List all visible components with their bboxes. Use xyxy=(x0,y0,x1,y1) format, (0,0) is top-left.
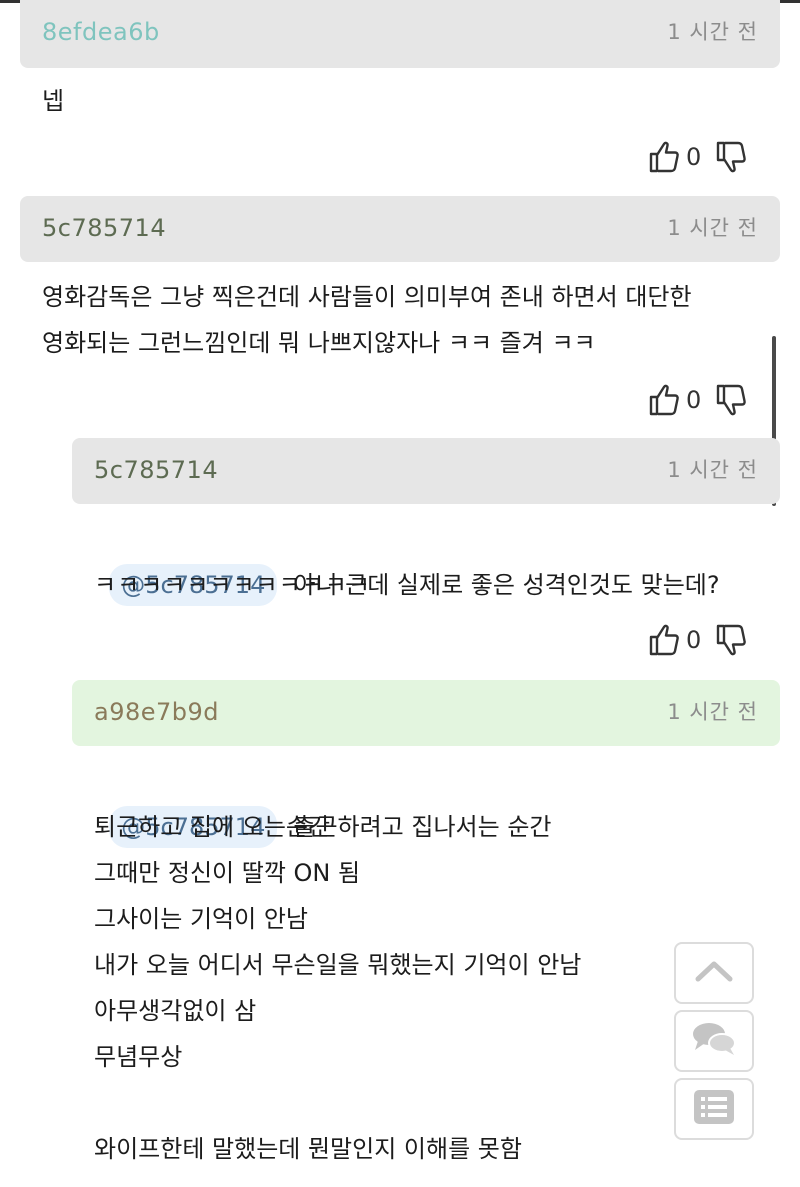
comment-text: 퇴근하고 집에 오는순간 그때만 정신이 딸깍 ON 됨 그사이는 기억이 안남… xyxy=(94,813,582,1163)
comments-button[interactable] xyxy=(674,1010,754,1072)
thumbs-up-icon[interactable] xyxy=(648,140,680,174)
comment-header: 5c785714 1 시간 전 xyxy=(72,438,780,504)
comment-header: a98e7b9d 1 시간 전 xyxy=(72,680,780,746)
vote-bar: 0 xyxy=(648,620,747,660)
comment-text-line: ㅋㅋㅋㅋㅋㅋㅋㅋㅋㅋㅋㅋ xyxy=(94,571,371,599)
scroll-top-button[interactable] xyxy=(674,942,754,1004)
comment-author[interactable]: 8efdea6b xyxy=(42,18,160,46)
like-count: 0 xyxy=(686,143,702,171)
chevron-up-icon xyxy=(694,959,734,987)
vote-bar: 0 xyxy=(648,380,747,420)
comment-time: 1 시간 전 xyxy=(667,216,758,240)
comment-author[interactable]: a98e7b9d xyxy=(94,698,219,726)
chat-icon xyxy=(690,1021,738,1061)
thumbs-down-icon[interactable] xyxy=(715,140,747,174)
thumbs-down-icon[interactable] xyxy=(715,623,747,657)
comment-text: 영화감독은 그냥 찍은건데 사람들이 의미부여 존내 하면서 대단한 영화되는 … xyxy=(42,283,692,357)
comment-author[interactable]: 5c785714 xyxy=(42,214,166,242)
comment-header: 5c785714 1 시간 전 xyxy=(20,196,780,262)
list-button[interactable] xyxy=(674,1078,754,1140)
comment-time: 1 시간 전 xyxy=(667,458,758,482)
comment-header: 8efdea6b 1 시간 전 xyxy=(20,0,780,68)
comment-time: 1 시간 전 xyxy=(667,20,758,44)
thumbs-up-icon[interactable] xyxy=(648,383,680,417)
vote-bar: 0 xyxy=(648,137,747,177)
thumbs-up-icon[interactable] xyxy=(648,623,680,657)
like-count: 0 xyxy=(686,626,702,654)
comment-author[interactable]: 5c785714 xyxy=(94,456,218,484)
comment-time: 1 시간 전 xyxy=(667,700,758,724)
comment-text: 넵 xyxy=(42,87,65,115)
list-icon xyxy=(693,1089,735,1129)
like-count: 0 xyxy=(686,386,702,414)
thumbs-down-icon[interactable] xyxy=(715,383,747,417)
